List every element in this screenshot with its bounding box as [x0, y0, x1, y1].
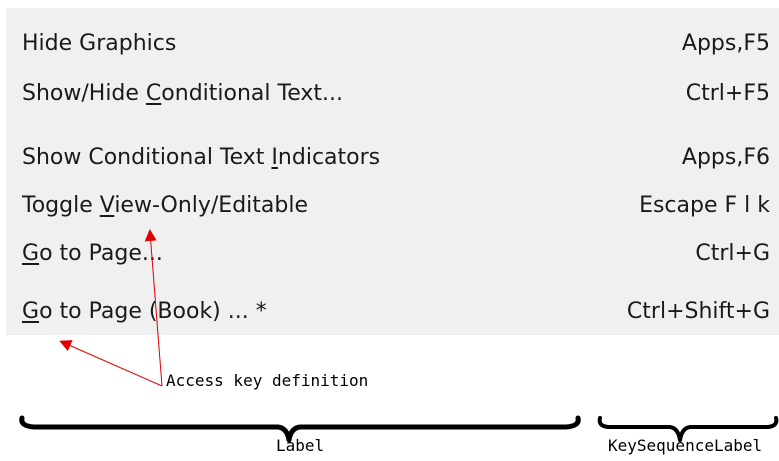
annotation-arrow-to-view	[144, 229, 163, 387]
diagram: Hide Graphics Apps,F5 Show/Hide Conditio…	[0, 0, 779, 461]
annotation-layer	[19, 229, 779, 443]
label-caption: Label	[276, 436, 325, 455]
key-sequence-label-caption: KeySequenceLabel	[608, 436, 763, 455]
access-key-definition-label: Access key definition	[166, 371, 369, 390]
annotation-arrow-to-go	[59, 340, 163, 387]
